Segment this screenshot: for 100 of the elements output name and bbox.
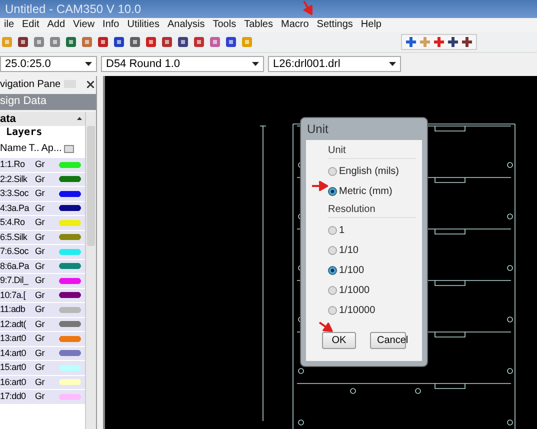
arrow-icon <box>312 181 328 191</box>
layer-name[interactable]: 17:dd0 <box>0 390 35 404</box>
layer-type: Gr <box>35 346 46 360</box>
layer-name[interactable]: 15:art0 <box>0 361 35 374</box>
layer-name[interactable]: 12:adt( <box>0 318 35 331</box>
layer-color-swatch[interactable] <box>59 190 81 197</box>
subgroup-title: Layers <box>5 126 44 140</box>
layer-color-swatch[interactable] <box>59 292 81 298</box>
radio-option[interactable]: Metric (mm) <box>328 181 416 201</box>
menu-item[interactable]: ile <box>0 18 18 32</box>
layer-color-swatch[interactable] <box>59 364 81 371</box>
ok-button[interactable]: OK <box>322 332 356 349</box>
layer-type: Gr <box>35 245 46 258</box>
column-header[interactable]: Name <box>0 142 27 156</box>
group-title[interactable]: ata <box>0 112 16 126</box>
layer-color-swatch[interactable] <box>59 248 81 255</box>
menu-item[interactable]: Macro <box>276 18 313 32</box>
close-icon[interactable] <box>86 80 94 88</box>
radio-button[interactable] <box>328 286 337 294</box>
layer-color-swatch[interactable] <box>59 336 81 342</box>
layer-color-swatch[interactable] <box>59 162 81 168</box>
layer-color-swatch[interactable] <box>59 306 81 313</box>
layer-type: Gr <box>35 332 46 346</box>
radio-button[interactable] <box>328 246 337 254</box>
radio-button[interactable] <box>328 186 337 196</box>
layer-type: Gr <box>35 361 46 374</box>
menu-item[interactable]: Edit <box>18 18 44 32</box>
caret-icon <box>252 62 259 66</box>
layer-color-swatch[interactable] <box>59 379 81 386</box>
layer-name[interactable]: 13:art0 <box>0 332 35 346</box>
layer-name[interactable]: 10:7a.[ <box>0 288 35 302</box>
layer-type: Gr <box>35 202 46 215</box>
layer-name[interactable]: 16:art0 <box>0 376 35 389</box>
menu-item[interactable]: Settings <box>312 18 357 32</box>
scrollbar-thumb[interactable] <box>87 126 95 246</box>
group-label: Unit <box>328 144 416 159</box>
pane-title: vigation Pane <box>0 78 61 90</box>
menu-item[interactable]: Info <box>98 18 124 32</box>
layer-color-swatch[interactable] <box>59 205 81 212</box>
column-icon[interactable] <box>64 145 74 153</box>
layer-color-swatch[interactable] <box>59 234 81 240</box>
layer-type: Gr <box>35 172 46 186</box>
dialog-title: Unit <box>306 121 330 138</box>
layer-name[interactable]: 6:5.Silk <box>0 230 35 244</box>
layer-type: Gr <box>35 216 46 230</box>
layer-type: Gr <box>35 303 46 316</box>
radio-button[interactable] <box>328 306 337 314</box>
radio-option[interactable]: 1/10 <box>328 240 416 260</box>
layer-type: Gr <box>35 376 46 389</box>
layer-type: Gr <box>35 230 46 244</box>
caret-icon <box>85 62 92 66</box>
radio-option[interactable]: 1/10000 <box>328 300 416 320</box>
radio-option[interactable]: 1/100 <box>328 260 416 280</box>
menu-item[interactable]: Analysis <box>163 18 209 32</box>
caret-icon <box>77 117 82 120</box>
radio-option[interactable]: 1/1000 <box>328 280 416 300</box>
cancel-button[interactable]: Cancel <box>370 332 406 349</box>
radio-button[interactable] <box>328 266 337 274</box>
column-header[interactable]: Ap... <box>41 142 62 156</box>
radio-option[interactable]: 1 <box>328 220 416 240</box>
layer-type: Gr <box>35 288 46 302</box>
layer-type: Gr <box>35 318 46 331</box>
column-header[interactable]: T.. <box>28 142 40 156</box>
layer-color-swatch[interactable] <box>59 263 81 270</box>
layer-name[interactable]: 9:7.Dil_ <box>0 274 35 288</box>
layer-color-swatch[interactable] <box>59 321 81 328</box>
layer-color-swatch[interactable] <box>59 220 81 226</box>
menu-item[interactable]: Help <box>356 18 386 32</box>
layer-color-swatch[interactable] <box>59 176 81 182</box>
layer-name[interactable]: 4:3a.Pa <box>0 202 35 215</box>
dropdown[interactable]: D54 Round 1.0 <box>101 56 264 72</box>
radio-button[interactable] <box>328 166 337 176</box>
layer-name[interactable]: 8:6a.Pa <box>0 260 35 273</box>
dropdown[interactable]: L26:drl001.drl <box>268 56 401 72</box>
window-title: Untitled - CAM350 V 10.0 <box>0 0 537 18</box>
layer-name[interactable]: 7:6.Soc <box>0 245 35 258</box>
layer-type: Gr <box>35 390 46 404</box>
layer-name[interactable]: 2:2.Silk <box>0 172 35 186</box>
layer-type: Gr <box>35 260 46 273</box>
layer-name[interactable]: 1:1.Ro <box>0 158 35 172</box>
layer-name[interactable]: 3:3.Soc <box>0 187 35 200</box>
caret-icon <box>389 62 396 66</box>
radio-button[interactable] <box>328 226 337 234</box>
layer-color-swatch[interactable] <box>59 394 81 400</box>
dropdown[interactable]: 25.0:25.0 <box>0 56 97 72</box>
layer-type: Gr <box>35 274 46 288</box>
menu-item[interactable]: Utilities <box>123 18 164 32</box>
radio-option[interactable]: English (mils) <box>328 161 416 181</box>
menu-item[interactable]: View <box>69 18 99 32</box>
menu-item[interactable]: Tools <box>208 18 240 32</box>
layer-type: Gr <box>35 158 46 172</box>
layer-name[interactable]: 11:adb <box>0 303 35 316</box>
layer-name[interactable]: 14:art0 <box>0 346 35 360</box>
group-label: Resolution <box>328 203 416 218</box>
menu-item[interactable]: Add <box>43 18 70 32</box>
layer-type: Gr <box>35 187 46 200</box>
layer-name[interactable]: 5:4.Ro <box>0 216 35 230</box>
menu-item[interactable]: Tables <box>240 18 277 32</box>
layer-color-swatch[interactable] <box>59 350 81 356</box>
layer-color-swatch[interactable] <box>59 278 81 284</box>
